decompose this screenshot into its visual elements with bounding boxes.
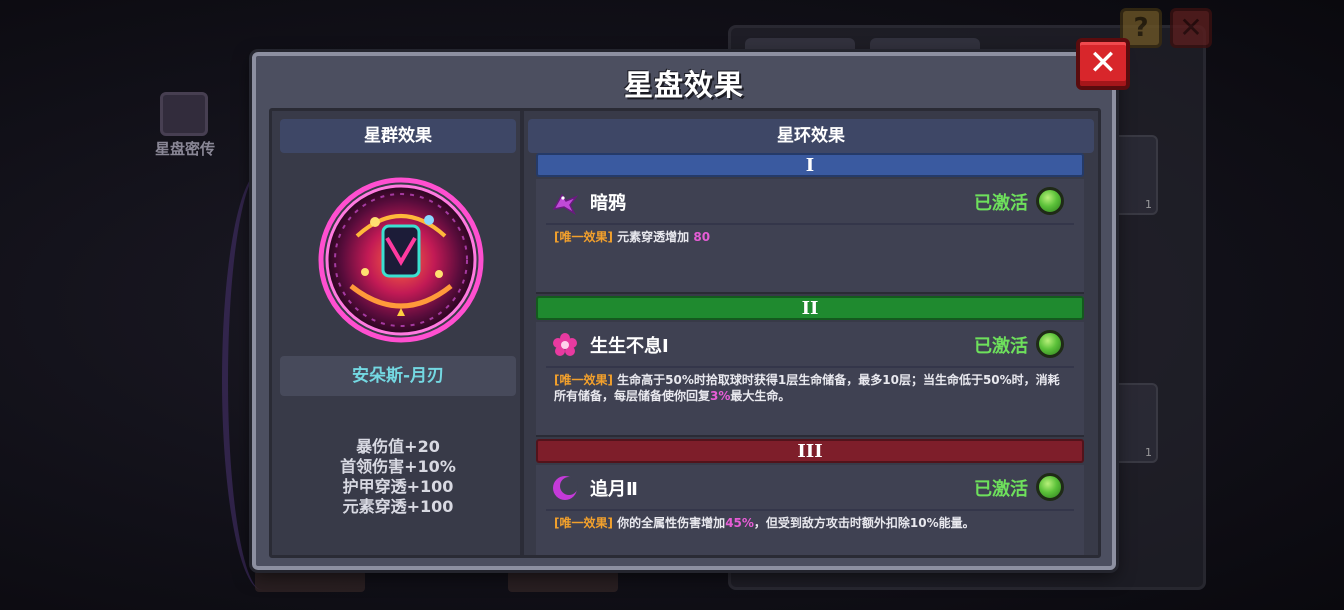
- description-text: 最大生命。: [730, 389, 791, 403]
- activation-status: 已激活: [974, 479, 1028, 500]
- background-slot-1: 1: [1110, 135, 1158, 215]
- column-divider: [520, 111, 524, 555]
- modal-title: 星盘效果: [623, 68, 744, 102]
- active-indicator-icon: [1036, 473, 1064, 501]
- constellation-effect-header: 星群效果: [280, 119, 516, 153]
- description-text: 你的全属性伤害增加: [617, 516, 726, 530]
- tier-2-bar: II: [536, 296, 1084, 320]
- stat-line: 元素穿透+100: [342, 497, 454, 516]
- card-header: 追月Ⅱ 已激活: [536, 465, 1084, 507]
- astrolabe-effect-modal: 星盘效果 星群效果 安朵斯-月刃 暴伤值+20 首领伤害+10% 护甲穿透+10…: [252, 52, 1116, 570]
- ring-effect-card: 暗鸦 已激活 [唯一效果] 元素穿透增加 80: [536, 179, 1084, 294]
- effect-description: [唯一效果] 生命高于50%时拾取球时获得1层生命储备，最多10层；当生命低于5…: [554, 372, 1066, 404]
- stat-line: 首领伤害+10%: [340, 457, 456, 476]
- divider: [546, 366, 1074, 368]
- highlight-value: 3%: [710, 389, 731, 403]
- effect-name: 生生不息Ⅰ: [590, 336, 669, 357]
- description-text: 元素穿透增加: [617, 230, 694, 244]
- tier-3-bar: III: [536, 439, 1084, 463]
- description-text: ，但受到敌方攻击时额外扣除10%能量。: [753, 516, 975, 530]
- highlight-value: 80: [693, 230, 711, 244]
- effect-description: [唯一效果] 你的全属性伤害增加45%，但受到敌方攻击时额外扣除10%能量。: [554, 515, 1066, 531]
- modal-content: 星群效果 安朵斯-月刃 暴伤值+20 首领伤害+10% 护甲穿透+100 元素穿…: [269, 108, 1101, 558]
- question-icon: ?: [1133, 13, 1149, 43]
- crescent-icon: [553, 476, 578, 500]
- divider: [546, 509, 1074, 511]
- activation-status: 已激活: [974, 336, 1028, 357]
- unique-effect-tag: [唯一效果]: [554, 373, 613, 387]
- emblem-name: 安朵斯-月刃: [280, 356, 516, 396]
- moon-blade-emblem-icon: [318, 177, 484, 343]
- background-bottom-button-2: [508, 570, 618, 592]
- stat-line: 护甲穿透+100: [342, 477, 454, 496]
- card-header: 暗鸦 已激活: [536, 179, 1084, 221]
- flower-icon: [553, 333, 577, 356]
- description-text: 生命高于50%时拾取球时获得1层生命储备，最多10层；当生命低于50%时，消耗所…: [554, 373, 1060, 403]
- astrolabe-secret-icon[interactable]: [160, 92, 208, 136]
- background-slot-2: 1: [1110, 383, 1158, 463]
- constellation-stats: 暴伤值+20 首领伤害+10% 护甲穿透+100 元素穿透+100: [280, 437, 516, 517]
- ring-effect-list[interactable]: I 暗鸦 已激活 [唯一效果] 元素穿透增加 80 II 生生不息Ⅰ 已激活 […: [536, 153, 1084, 555]
- slot-count: 1: [1145, 198, 1152, 211]
- ring-effect-header: 星环效果: [528, 119, 1094, 153]
- tier-1-bar: I: [536, 153, 1084, 177]
- astrolabe-secret-label: 星盘密传: [154, 140, 215, 158]
- close-icon: ✕: [1088, 43, 1118, 83]
- background-close-button[interactable]: ✕: [1170, 8, 1212, 48]
- divider: [546, 223, 1074, 225]
- unique-effect-tag: [唯一效果]: [554, 230, 613, 244]
- card-header: 生生不息Ⅰ 已激活: [536, 322, 1084, 364]
- ring-effect-card: 追月Ⅱ 已激活 [唯一效果] 你的全属性伤害增加45%，但受到敌方攻击时额外扣除…: [536, 465, 1084, 555]
- ring-effect-card: 生生不息Ⅰ 已激活 [唯一效果] 生命高于50%时拾取球时获得1层生命储备，最多…: [536, 322, 1084, 437]
- active-indicator-icon: [1036, 330, 1064, 358]
- close-icon: ✕: [1179, 11, 1203, 44]
- background-bottom-button-1: [255, 570, 365, 592]
- constellation-effect-panel: 星群效果 安朵斯-月刃 暴伤值+20 首领伤害+10% 护甲穿透+100 元素穿…: [272, 111, 520, 555]
- close-button[interactable]: ✕: [1076, 38, 1130, 90]
- active-indicator-icon: [1036, 187, 1064, 215]
- ring-effect-panel: 星环效果 I 暗鸦 已激活 [唯一效果] 元素穿透增加 80 II 生生不息Ⅰ …: [528, 111, 1100, 555]
- activation-status: 已激活: [974, 193, 1028, 214]
- unique-effect-tag: [唯一效果]: [554, 516, 613, 530]
- crow-icon: [552, 193, 579, 215]
- effect-name: 暗鸦: [590, 193, 626, 214]
- highlight-value: 45%: [725, 516, 754, 530]
- slot-count: 1: [1145, 446, 1152, 459]
- stat-line: 暴伤值+20: [356, 437, 440, 456]
- effect-name: 追月Ⅱ: [590, 479, 638, 500]
- effect-description: [唯一效果] 元素穿透增加 80: [554, 229, 1066, 245]
